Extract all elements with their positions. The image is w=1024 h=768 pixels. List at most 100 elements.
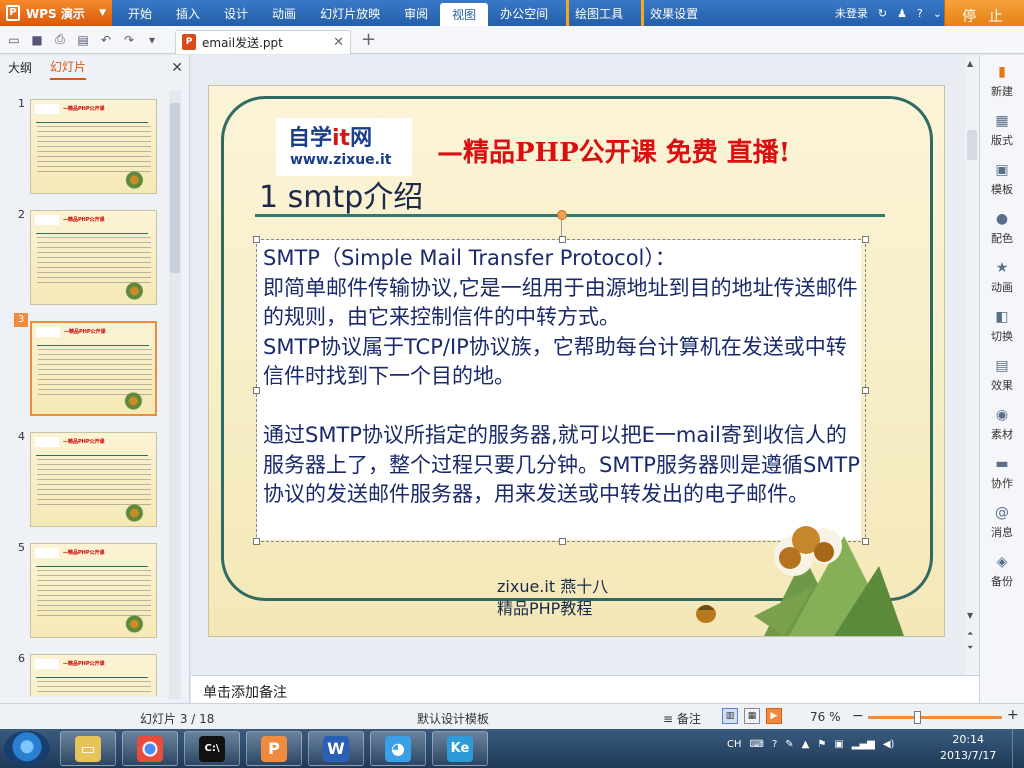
taskbar-explorer[interactable]: ▭ bbox=[60, 731, 116, 766]
task-layout-button[interactable]: ▦ 版式 bbox=[980, 108, 1024, 156]
resize-handle[interactable] bbox=[253, 538, 260, 545]
menu-insert[interactable]: 插入 bbox=[164, 0, 212, 26]
print-icon[interactable]: ⎙ bbox=[51, 31, 69, 49]
start-button[interactable] bbox=[4, 731, 50, 766]
document-tab[interactable]: P email发送.ppt ✕ bbox=[175, 29, 351, 54]
taskbar-ke[interactable]: Ke bbox=[432, 731, 488, 766]
title-bar: P WPS 演示 ▼ 开始 插入 设计 动画 幻灯片放映 审阅 视图 办公空间 … bbox=[0, 0, 1024, 32]
scroll-down-arrow[interactable]: ▼ bbox=[967, 611, 973, 620]
task-material-button[interactable]: ◉ 素材 bbox=[980, 402, 1024, 450]
resize-handle[interactable] bbox=[253, 387, 260, 394]
close-tab-icon[interactable]: ✕ bbox=[333, 35, 344, 50]
help-icon[interactable]: ? bbox=[917, 7, 923, 20]
tab-slides[interactable]: 幻灯片 bbox=[50, 58, 87, 80]
resize-handle[interactable] bbox=[862, 236, 869, 243]
network-icon[interactable]: ▂▄▆ bbox=[852, 739, 875, 750]
scrollbar-thumb[interactable] bbox=[967, 130, 977, 160]
slide-thumbnail[interactable]: 1 —精品PHP公开课 bbox=[0, 91, 170, 194]
menu-slideshow[interactable]: 幻灯片放映 bbox=[308, 0, 392, 26]
slide-thumbnail[interactable]: 6 —精品PHP公开课 bbox=[0, 646, 170, 696]
device-icon[interactable]: ▣ bbox=[834, 739, 843, 750]
scroll-up-arrow[interactable]: ▲ bbox=[967, 59, 973, 68]
task-animation-button[interactable]: ★ 动画 bbox=[980, 255, 1024, 303]
template-name[interactable]: 默认设计模板 bbox=[417, 710, 489, 727]
notes-toggle[interactable]: ≡ 备注 bbox=[663, 710, 701, 727]
show-desktop-button[interactable] bbox=[1012, 729, 1024, 768]
skin-icon[interactable]: ♟ bbox=[897, 7, 907, 20]
taskbar-chrome[interactable] bbox=[122, 731, 178, 766]
task-new-button[interactable]: ▮ 新建 bbox=[980, 59, 1024, 107]
resize-handle[interactable] bbox=[253, 236, 260, 243]
menu-start[interactable]: 开始 bbox=[116, 0, 164, 26]
keyboard-icon[interactable]: ⌨ bbox=[750, 739, 764, 750]
slide-thumbnail[interactable]: 5 —精品PHP公开课 bbox=[0, 535, 170, 638]
taskbar-wps-writer[interactable]: W bbox=[308, 731, 364, 766]
resize-handle[interactable] bbox=[862, 387, 869, 394]
menu-office-space[interactable]: 办公空间 bbox=[488, 0, 560, 26]
task-message-button[interactable]: @ 消息 bbox=[980, 500, 1024, 548]
minimize-ribbon-icon[interactable]: ⌄ bbox=[933, 7, 942, 20]
next-slide-icon[interactable]: ⏷ bbox=[967, 643, 973, 653]
taskbar-terminal[interactable]: C:\ bbox=[184, 731, 240, 766]
task-label: 消息 bbox=[991, 526, 1013, 539]
slide-thumbnail-selected[interactable]: 3 —精品PHP公开课 bbox=[0, 313, 170, 416]
menu-view[interactable]: 视图 bbox=[440, 3, 489, 26]
save-icon[interactable]: ■ bbox=[28, 31, 46, 49]
thumbnail-image: —精品PHP公开课 bbox=[30, 210, 157, 305]
clock-date: 2013/7/17 bbox=[940, 749, 997, 762]
undo-icon[interactable]: ↶ bbox=[97, 31, 115, 49]
task-effect-button[interactable]: ▤ 效果 bbox=[980, 353, 1024, 401]
task-palette-button[interactable]: ● 配色 bbox=[980, 206, 1024, 254]
app-menu-button[interactable]: P WPS 演示 ▼ bbox=[0, 0, 112, 26]
slide-title[interactable]: 1 smtp介绍 bbox=[259, 172, 423, 216]
slide-sorter-icon[interactable]: ▦ bbox=[744, 708, 760, 724]
task-transition-button[interactable]: ◧ 切换 bbox=[980, 304, 1024, 352]
menu-animation[interactable]: 动画 bbox=[260, 0, 308, 26]
refresh-icon[interactable]: ↻ bbox=[878, 7, 887, 20]
zoom-in-icon[interactable]: + bbox=[1007, 707, 1019, 723]
menu-review[interactable]: 审阅 bbox=[392, 0, 440, 26]
scrollbar-thumb[interactable] bbox=[170, 103, 180, 273]
tab-outline[interactable]: 大纲 bbox=[8, 59, 32, 79]
slide-canvas[interactable]: 自学it网 www.zixue.it —精品PHP公开课 免费 直播! 1 sm… bbox=[208, 85, 945, 637]
zoom-slider-knob[interactable] bbox=[914, 711, 921, 724]
action-center-icon[interactable]: ⚑ bbox=[817, 739, 826, 750]
zoom-percentage[interactable]: 76 % bbox=[810, 710, 841, 724]
task-backup-button[interactable]: ◈ 备份 bbox=[980, 549, 1024, 597]
customize-toolbar-icon[interactable]: ▾ bbox=[143, 31, 161, 49]
menu-design[interactable]: 设计 bbox=[212, 0, 260, 26]
rotate-handle[interactable] bbox=[557, 210, 567, 220]
new-tab-icon[interactable]: + bbox=[361, 29, 376, 50]
slideshow-play-icon[interactable]: ▶ bbox=[766, 708, 782, 724]
normal-view-icon[interactable]: ▥ bbox=[722, 708, 738, 724]
task-collab-button[interactable]: ▬ 协作 bbox=[980, 451, 1024, 499]
task-template-button[interactable]: ▣ 模板 bbox=[980, 157, 1024, 205]
menu-effect-settings[interactable]: 效果设置 bbox=[641, 0, 710, 26]
message-icon: @ bbox=[995, 505, 1009, 521]
taskbar-qq[interactable]: ◕ bbox=[370, 731, 426, 766]
body-text[interactable]: SMTP（Simple Mail Transfer Protocol）： 即简单… bbox=[263, 244, 861, 510]
slide-thumbnail[interactable]: 2 —精品PHP公开课 bbox=[0, 202, 170, 305]
volume-icon[interactable]: ◀) bbox=[883, 739, 895, 750]
slide-scrollbar[interactable]: ▲ ▼ ⏶ ⏷ bbox=[965, 55, 979, 675]
ime-indicator[interactable]: CH bbox=[727, 739, 742, 750]
open-folder-icon[interactable]: ▭ bbox=[5, 31, 23, 49]
zoom-slider[interactable] bbox=[868, 711, 1002, 724]
thumbnail-scrollbar[interactable] bbox=[169, 91, 181, 699]
help-tray-icon[interactable]: ? bbox=[772, 739, 777, 750]
print-preview-icon[interactable]: ▤ bbox=[74, 31, 92, 49]
close-panel-icon[interactable]: ✕ bbox=[171, 60, 183, 76]
prev-slide-icon[interactable]: ⏶ bbox=[967, 629, 973, 639]
slide-thumbnail[interactable]: 4 —精品PHP公开课 bbox=[0, 424, 170, 527]
resize-handle[interactable] bbox=[559, 236, 566, 243]
pen-icon[interactable]: ✎ bbox=[785, 739, 793, 750]
zoom-out-icon[interactable]: − bbox=[852, 708, 864, 724]
taskbar-wps-presentation[interactable]: P bbox=[246, 731, 302, 766]
tray-expand-icon[interactable]: ▲ bbox=[802, 739, 810, 750]
notes-pane[interactable]: 单击添加备注 bbox=[191, 675, 979, 703]
menu-drawing-tools[interactable]: 绘图工具 bbox=[566, 0, 635, 26]
resize-handle[interactable] bbox=[559, 538, 566, 545]
redo-icon[interactable]: ↷ bbox=[120, 31, 138, 49]
login-status[interactable]: 未登录 bbox=[835, 5, 868, 21]
system-clock[interactable]: 20:14 2013/7/17 bbox=[940, 732, 996, 764]
